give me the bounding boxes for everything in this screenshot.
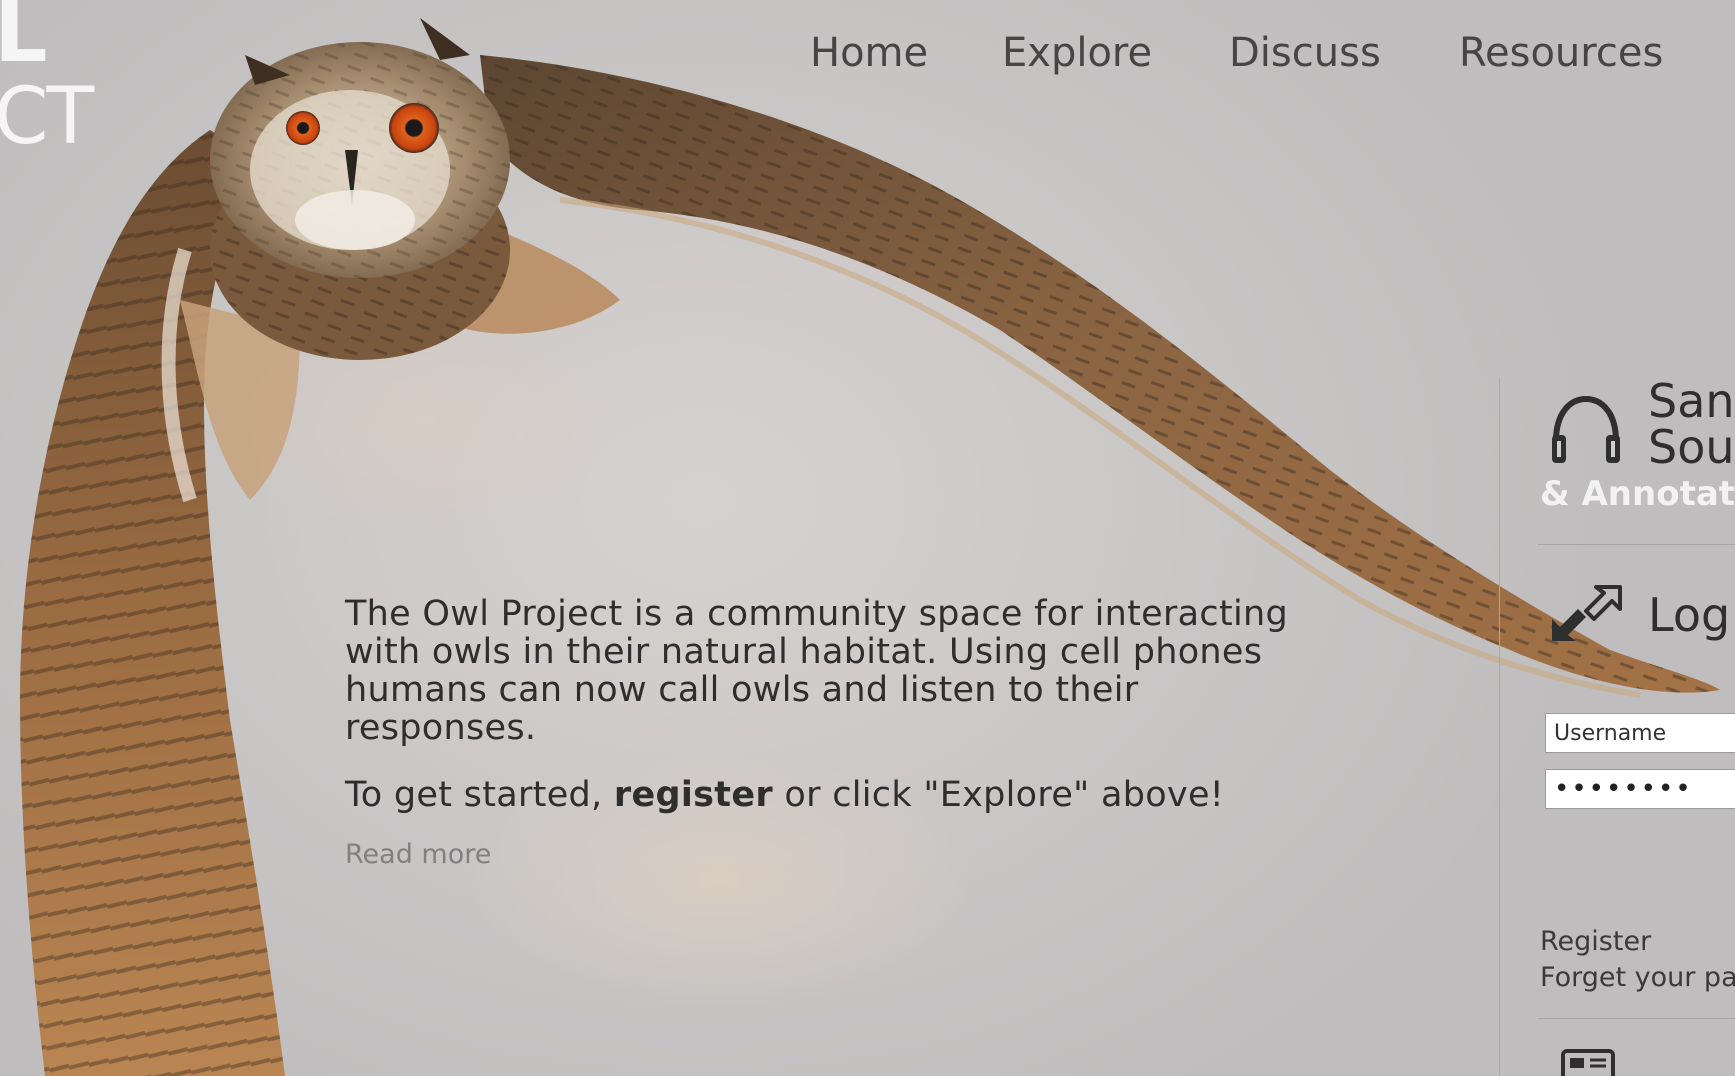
news-icon <box>1561 1049 1615 1076</box>
forgot-password-link[interactable]: Forget your pa <box>1540 962 1735 993</box>
login-arrows-icon <box>1552 585 1622 641</box>
panel-divider <box>1538 544 1735 545</box>
site-logo-line2[interactable]: CT <box>0 78 94 156</box>
intro-block: The Owl Project is a community space for… <box>345 595 1325 870</box>
login-heading: Log <box>1648 588 1731 642</box>
panel-divider <box>1538 1018 1735 1019</box>
cta-prefix: To get started, <box>345 775 603 815</box>
cta-suffix: or click "Explore" above! <box>784 775 1225 815</box>
sounds-subheading: & Annotati <box>1540 474 1735 514</box>
headphones-icon <box>1552 395 1620 463</box>
nav-explore-link[interactable]: Explore <box>1002 30 1152 76</box>
site-logo-line1[interactable]: L <box>0 0 48 74</box>
username-field[interactable] <box>1545 713 1735 753</box>
password-field[interactable] <box>1545 769 1735 809</box>
register-link[interactable]: Register <box>1540 926 1651 957</box>
sounds-heading[interactable]: San Sou <box>1648 378 1735 470</box>
sidebar-panel: San Sou & Annotati Log Register Forget y… <box>1499 378 1735 1076</box>
intro-description: The Owl Project is a community space for… <box>345 594 1289 748</box>
register-cta-link[interactable]: register <box>614 775 773 815</box>
nav-discuss-link[interactable]: Discuss <box>1229 30 1381 76</box>
intro-cta: To get started, register or click "Explo… <box>345 775 1325 815</box>
sounds-heading-line1: San <box>1648 374 1735 428</box>
owl-photo <box>20 18 1720 1076</box>
nav-home-link[interactable]: Home <box>810 30 928 76</box>
nav-resources-link[interactable]: Resources <box>1459 30 1663 76</box>
read-more-link[interactable]: Read more <box>345 839 491 870</box>
sounds-heading-line2: Sou <box>1648 420 1735 474</box>
hero-stage: L CT Home Explore Discuss Resources The … <box>0 0 1735 1076</box>
